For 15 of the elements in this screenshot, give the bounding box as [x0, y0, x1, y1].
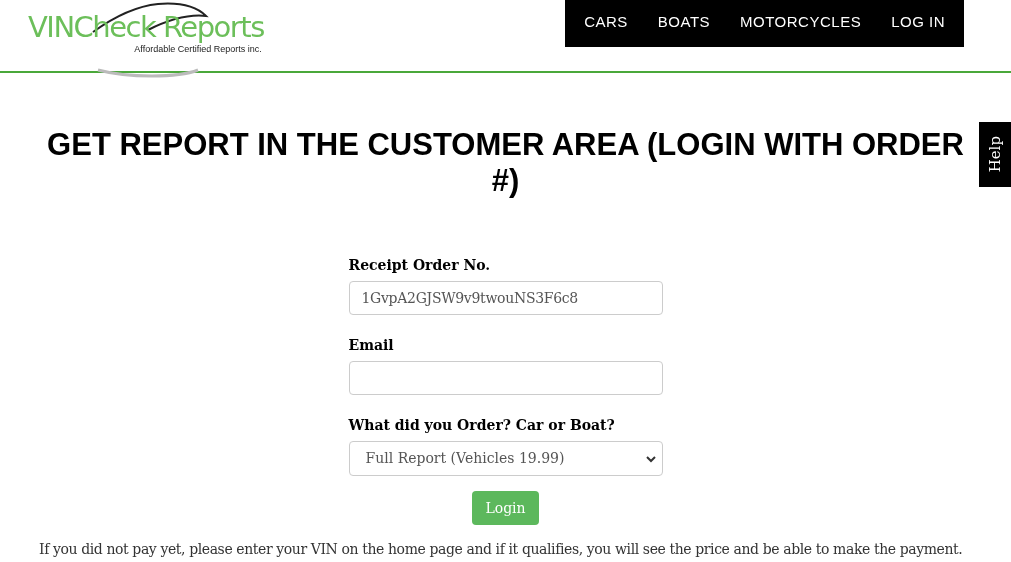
logo-tagline: Affordable Certified Reports inc.: [134, 44, 262, 54]
chevron-down-icon: [645, 454, 656, 463]
nav-link[interactable]: CARS: [569, 0, 643, 44]
field-label: What did you Order? Car or Boat?: [348, 416, 615, 435]
help-tab[interactable]: Help: [979, 122, 1011, 187]
field-label: Receipt Order No.: [348, 256, 491, 275]
nav-link[interactable]: MOTORCYCLES: [725, 0, 877, 44]
payment-note: If you did not pay yet, please enter your VIN on the home page and if it qualifies, you will see the price and be able to make the payment.: [39, 540, 963, 558]
input-field[interactable]: 1GvpA2GJSW9v9twouNS3F6c8: [348, 281, 663, 315]
input-field[interactable]: [348, 361, 663, 395]
nav-link[interactable]: LOG IN: [876, 0, 960, 44]
field-label: Email: [348, 336, 394, 355]
order-type-select[interactable]: Full Report (Vehicles 19.99): [348, 441, 663, 476]
page-heading: GET REPORT IN THE CUSTOMER AREA (LOGIN WITH ORDER #): [46, 127, 965, 199]
nav-link[interactable]: BOATS: [642, 0, 726, 44]
